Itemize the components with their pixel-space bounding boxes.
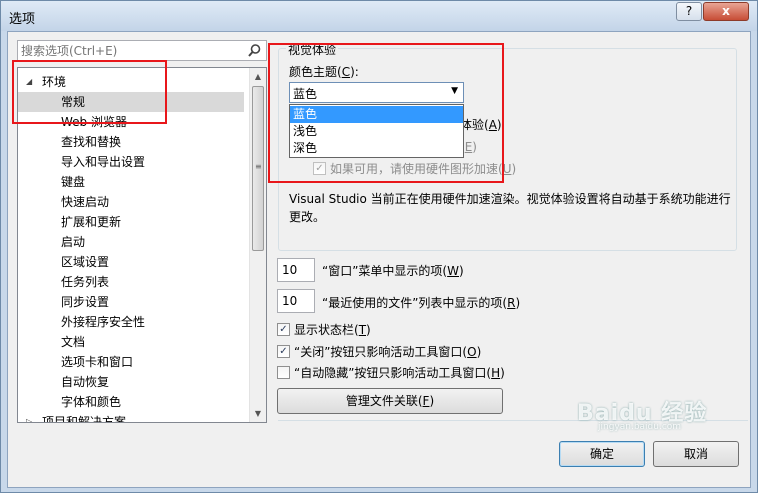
autohide-affects-checkbox[interactable]: [277, 366, 290, 379]
close-button-affects-label: “关闭”按钮只影响活动工具窗口(O): [294, 345, 482, 359]
tree-item-startup[interactable]: 启动: [18, 232, 244, 252]
options-dialog: 选项 ? x ◢ 环境 常规 Web 浏览器 查找和替换 导入和导出设置 键盘: [0, 0, 758, 493]
tree-item-quick-launch[interactable]: 快速启动: [18, 192, 244, 212]
status-bar-label: 显示状态栏(T): [294, 323, 371, 337]
tree-item-fonts-colors[interactable]: 字体和颜色: [18, 392, 244, 412]
tree-item-import-export[interactable]: 导入和导出设置: [18, 152, 244, 172]
tree-item-addin-security[interactable]: 外接程序安全性: [18, 312, 244, 332]
ok-button[interactable]: 确定: [559, 441, 645, 467]
tree-item-find-replace[interactable]: 查找和替换: [18, 132, 244, 152]
tree-item-sync[interactable]: 同步设置: [18, 292, 244, 312]
scroll-thumb[interactable]: ≡: [252, 86, 264, 251]
tree-item-extensions[interactable]: 扩展和更新: [18, 212, 244, 232]
window-title: 选项: [9, 12, 36, 27]
scroll-down-icon[interactable]: ▼: [250, 405, 266, 422]
tree-item-tabs-windows[interactable]: 选项卡和窗口: [18, 352, 244, 372]
tree-item-documents[interactable]: 文档: [18, 332, 244, 352]
search-input[interactable]: [21, 43, 241, 58]
close-button-affects-checkbox[interactable]: ✓: [277, 345, 290, 358]
search-icon[interactable]: [247, 43, 262, 58]
collapsed-arrow-icon[interactable]: ▷: [26, 412, 32, 422]
help-button[interactable]: ?: [676, 2, 702, 21]
title-bar[interactable]: 选项 ? x: [1, 1, 757, 31]
grip-icon: ≡: [255, 162, 262, 171]
tree-item-regional[interactable]: 区域设置: [18, 252, 244, 272]
manage-file-associations-button[interactable]: 管理文件关联(F): [277, 388, 503, 414]
close-button[interactable]: x: [703, 2, 749, 21]
tree-scrollbar[interactable]: ▲ ≡ ▼: [249, 68, 266, 422]
window-menu-count-input[interactable]: 10: [277, 258, 315, 282]
scroll-up-icon[interactable]: ▲: [250, 68, 266, 85]
baidu-watermark-url: jingyan.baidu.com: [598, 422, 682, 432]
tree-item-autorecover[interactable]: 自动恢复: [18, 372, 244, 392]
recent-files-count-label: “最近使用的文件”列表中显示的项(R): [322, 296, 521, 310]
tree-item-task-list[interactable]: 任务列表: [18, 272, 244, 292]
search-box[interactable]: [17, 40, 267, 61]
visual-description: Visual Studio 当前正在使用硬件加速渲染。视觉体验设置将自动基于系统…: [289, 192, 731, 224]
cancel-button[interactable]: 取消: [653, 441, 739, 467]
annotation-box-tree: [12, 60, 167, 124]
autohide-affects-label: “自动隐藏”按钮只影响活动工具窗口(H): [294, 366, 505, 380]
recent-files-count-input[interactable]: 10: [277, 289, 315, 313]
tree-item-keyboard[interactable]: 键盘: [18, 172, 244, 192]
annotation-box-theme: [268, 43, 504, 183]
window-menu-count-label: “窗口”菜单中显示的项(W): [322, 264, 464, 278]
tree-item-projects-solutions[interactable]: ▷ 项目和解决方案: [18, 412, 244, 422]
status-bar-checkbox[interactable]: ✓: [277, 323, 290, 336]
